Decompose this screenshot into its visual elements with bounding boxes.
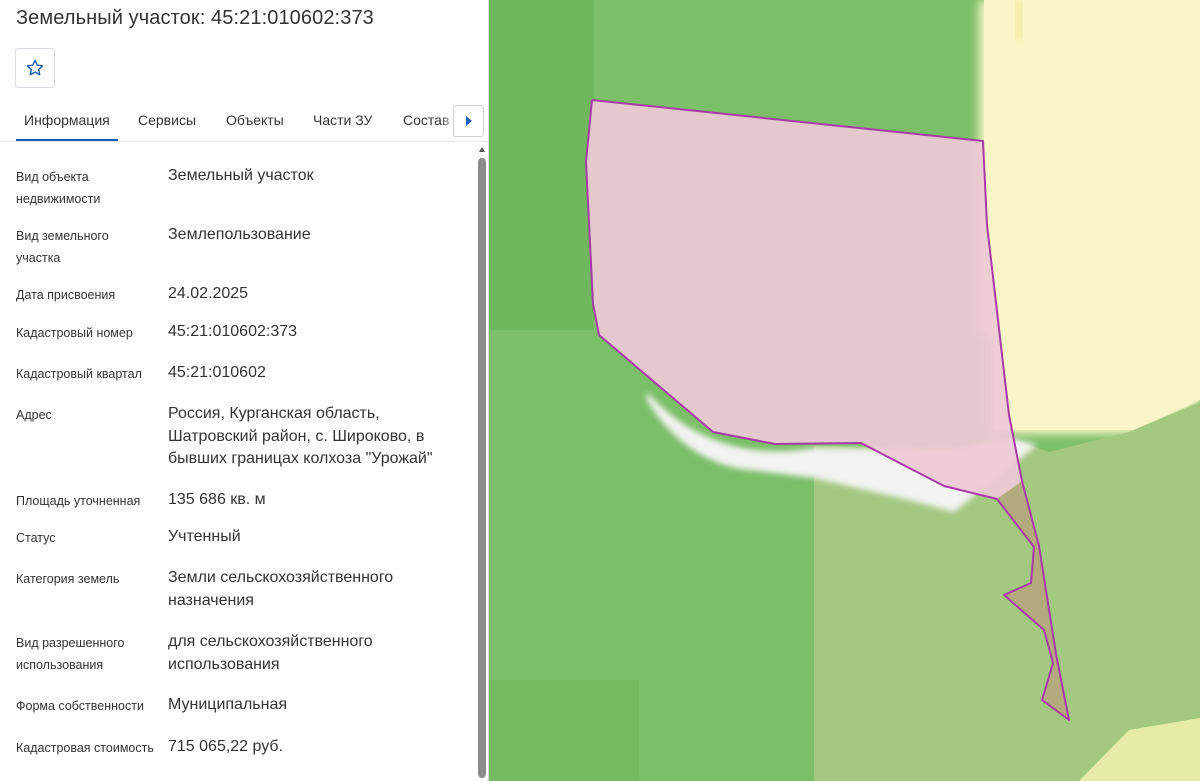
attr-value: 135 686 кв. м xyxy=(168,491,266,508)
forest-patch-bottom xyxy=(489,680,639,781)
attr-label: Вид земельного участка xyxy=(16,229,109,265)
attr-value: Россия, Курганская область, Шатровский р… xyxy=(168,405,433,467)
attr-value: 45:21:010602:373 xyxy=(168,323,298,340)
scroll-up-arrow-icon[interactable] xyxy=(479,147,485,152)
caret-right-icon xyxy=(465,116,472,126)
tab-objects[interactable]: Объекты xyxy=(226,100,284,141)
attr-label: Кадастровый квартал xyxy=(16,367,142,381)
attr-value: Учтенный xyxy=(168,528,241,545)
info-panel: Земельный участок: 45:21:010602:373 Инфо… xyxy=(0,0,489,781)
favorite-button[interactable] xyxy=(15,48,55,88)
cadastral-map[interactable] xyxy=(489,0,1200,781)
tabs-scroll-right-button[interactable] xyxy=(453,105,484,137)
attr-value: Землепользование xyxy=(168,226,311,243)
attr-value: 45:21:010602 xyxy=(168,364,266,381)
attr-value: Земли сельскохозяйственного назначения xyxy=(168,569,394,609)
attr-label: Дата присвоения xyxy=(16,288,116,302)
attr-value: Муниципальная xyxy=(168,696,288,713)
star-outline-icon xyxy=(26,59,44,76)
map-canvas xyxy=(489,0,1200,781)
attr-label: Адрес xyxy=(16,408,52,422)
attr-label: Вид разрешенного использования xyxy=(16,636,125,672)
attr-label: Статус xyxy=(16,531,56,545)
settlement-boundary-line xyxy=(1016,0,1022,40)
attr-value: для сельскохозяйственного использования xyxy=(168,633,373,673)
tab-services[interactable]: Сервисы xyxy=(138,100,196,141)
attr-label: Кадастровая стоимость xyxy=(16,741,154,755)
attr-value: 24.02.2025 xyxy=(168,285,249,302)
tab-parcel-parts[interactable]: Части ЗУ xyxy=(313,100,372,141)
tab-bar: Информация Сервисы Объекты Части ЗУ Сост… xyxy=(0,100,489,142)
attr-label: Вид объекта недвижимости xyxy=(16,170,101,206)
forest-area-dark xyxy=(489,0,594,330)
attr-label: Форма собственности xyxy=(16,699,144,713)
attr-value: Земельный участок xyxy=(168,167,314,184)
attr-label: Кадастровый номер xyxy=(16,326,133,340)
tab-information[interactable]: Информация xyxy=(16,100,118,141)
attr-value: 715 065,22 руб. xyxy=(168,738,284,755)
attr-label: Площадь уточненная xyxy=(16,494,141,508)
attr-label: Категория земель xyxy=(16,572,120,586)
page-title: Земельный участок: 45:21:010602:373 xyxy=(16,7,374,29)
scrollbar-thumb[interactable] xyxy=(478,158,486,778)
